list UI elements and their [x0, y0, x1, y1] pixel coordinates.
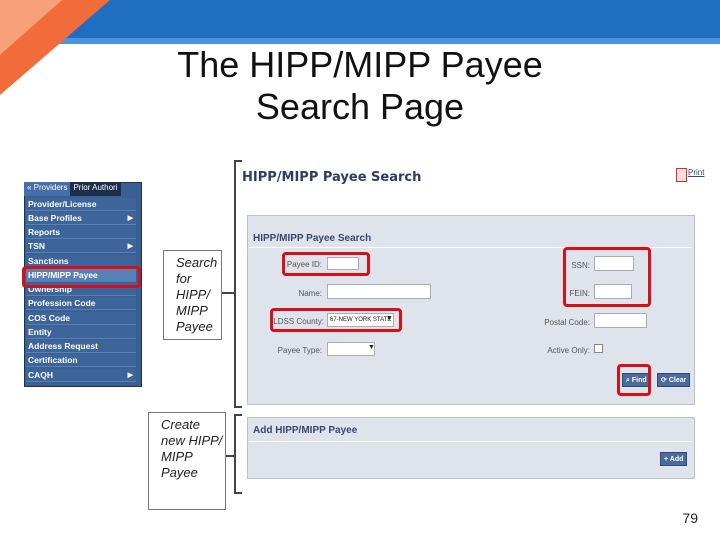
payee-type-dropdown-icon[interactable]: ▼ [368, 344, 375, 351]
sidebar-item-label: TSN [28, 241, 45, 251]
add-button-label: Add [669, 456, 684, 463]
add-section-bracket [234, 414, 242, 494]
sidebar-item-caqh[interactable]: CAQH ▶ [26, 369, 136, 382]
sidebar-item-label: Reports [28, 227, 61, 237]
sidebar-item-label: COS Code [28, 313, 71, 323]
add-panel-divider [249, 441, 691, 442]
tab-prior-authorization[interactable]: Prior Authori [70, 182, 121, 196]
ssn-fein-highlight [563, 247, 651, 307]
sidebar-item-base-profiles[interactable]: Base Profiles ▶ [26, 212, 136, 225]
slide-title-line2: Search Page [255, 86, 465, 127]
slide-title-line1: The HIPP/MIPP Payee [177, 44, 543, 85]
sidebar-item-certification[interactable]: Certification [26, 354, 136, 367]
active-only-label: Active Only: [547, 346, 590, 355]
sidebar-item-label: Profession Code [28, 298, 96, 308]
print-icon[interactable] [676, 168, 687, 182]
slide-corner-accent-light [0, 0, 62, 55]
menu-highlight-hipp-mipp [22, 266, 141, 288]
postal-code-input[interactable] [594, 313, 647, 328]
payee-type-label: Payee Type: [277, 346, 322, 355]
sidebar-item-address-request[interactable]: Address Request [26, 340, 136, 353]
sidebar-item-label: Entity [28, 327, 52, 337]
sidebar-item-cos-code[interactable]: COS Code [26, 312, 136, 325]
search-panel-title: HIPP/MIPP Payee Search [253, 233, 372, 244]
chevron-right-icon: ▶ [127, 372, 133, 379]
app-page-title: HIPP/MIPP Payee Search [242, 170, 422, 185]
name-label: Name: [298, 289, 322, 298]
clear-icon: ⟳ [661, 377, 669, 384]
sidebar-item-entity[interactable]: Entity [26, 326, 136, 339]
sidebar-item-label: Provider/License [28, 199, 97, 209]
tab-providers[interactable]: « Providers [24, 182, 71, 196]
add-bracket-connector [226, 455, 234, 457]
menu-tabs: « Providers Prior Authori [24, 182, 140, 196]
sidebar-item-label: Certification [28, 355, 78, 365]
slide-title: The HIPP/MIPP Payee Search Page [110, 44, 610, 128]
postal-code-label: Postal Code: [544, 318, 590, 327]
sidebar-item-reports[interactable]: Reports [26, 226, 136, 239]
sidebar-item-profession-code[interactable]: Profession Code [26, 297, 136, 310]
chevron-right-icon: ▶ [127, 215, 133, 222]
chevron-right-icon: ▶ [127, 243, 133, 250]
name-input[interactable] [327, 284, 431, 299]
page-number: 79 [682, 510, 698, 526]
sidebar-item-label: CAQH [28, 370, 54, 380]
sidebar-item-provider-license[interactable]: Provider/License [26, 198, 136, 211]
ldss-county-highlight [270, 308, 402, 332]
sidebar-item-label: Base Profiles [28, 213, 82, 223]
sidebar-item-label: Sanctions [28, 256, 69, 266]
add-button[interactable]: + Add [660, 452, 688, 466]
sidebar-item-label: Address Request [28, 341, 98, 351]
active-only-checkbox[interactable] [594, 344, 603, 353]
sidebar-item-tsn[interactable]: TSN ▶ [26, 240, 136, 253]
clear-button-label: Clear [668, 377, 687, 384]
clear-button[interactable]: ⟳ Clear [657, 373, 691, 387]
search-section-bracket [234, 160, 242, 408]
find-button-highlight [617, 364, 651, 396]
payee-id-highlight [282, 252, 370, 276]
callout-create: Create new HIPP/ MIPP Payee [148, 412, 226, 510]
add-panel-title: Add HIPP/MIPP Payee [253, 425, 358, 436]
print-link[interactable]: Print [688, 168, 704, 177]
callout-search: Search for HIPP/ MIPP Payee [163, 250, 222, 340]
search-bracket-connector [222, 292, 234, 294]
